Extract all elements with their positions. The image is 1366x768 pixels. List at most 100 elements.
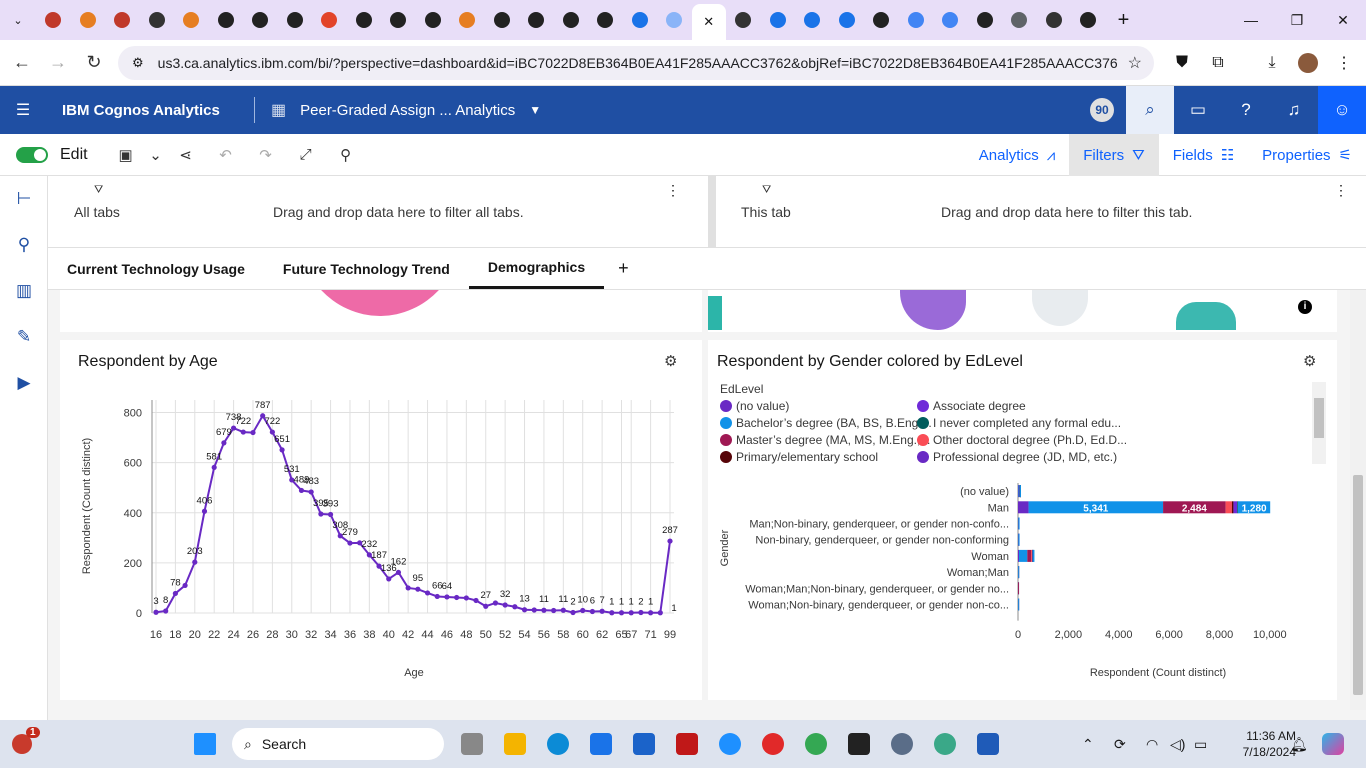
bookmark-star-icon[interactable]: ☆ [1128,53,1142,73]
browser-tab[interactable] [726,0,761,40]
info-icon[interactable]: i [1298,300,1312,314]
legend-scroll-thumb[interactable] [1314,398,1324,438]
add-tab-button[interactable]: + [604,248,643,289]
browser-tab-active[interactable]: ✕ [691,4,726,40]
settings-icon[interactable] [880,720,923,768]
hamburger-menu-icon[interactable]: ☰ [0,100,46,120]
close-icon[interactable]: ✕ [703,14,714,30]
browser-tab[interactable] [485,0,520,40]
analytics-button[interactable]: Analytics ⩘ [965,134,1070,176]
browser-tab[interactable] [968,0,1003,40]
browser-tab[interactable] [864,0,899,40]
drill-through-icon[interactable]: ⚲ [326,146,366,164]
notification-bell-icon[interactable]: 🔔︎ [1290,720,1308,768]
browser-tab[interactable] [519,0,554,40]
bell-icon[interactable]: ♫ [1270,86,1318,134]
browser-tab[interactable] [243,0,278,40]
legend-item[interactable]: Primary/elementary school [720,450,878,464]
browser-tab[interactable] [1002,0,1037,40]
legend-item[interactable]: Bachelor’s degree (BA, BS, B.Eng.... [720,416,932,430]
notification-count-badge[interactable]: 90 [1090,98,1114,122]
browser-tab[interactable] [140,0,175,40]
visualizations-icon[interactable]: ▥ [0,268,48,314]
maximize-button[interactable]: ❐ [1274,0,1320,40]
fullscreen-icon[interactable]: ⤢ [286,146,326,163]
hp-icon[interactable] [622,720,665,768]
canvas-scroll-thumb[interactable] [1353,475,1363,695]
pie-chart-widget-partial[interactable] [60,290,702,332]
chrome-icon[interactable] [794,720,837,768]
new-tab-button[interactable]: + [1106,9,1142,32]
profile-avatar[interactable] [1290,40,1326,86]
chat-icon[interactable]: ▭ [1174,86,1222,134]
edit-mode-toggle[interactable] [16,146,48,163]
back-button[interactable]: ← [4,45,40,81]
store-icon[interactable] [579,720,622,768]
all-tabs-filter-area[interactable]: ⛛ All tabs Drag and drop data here to fi… [48,176,708,248]
filter-splitter[interactable] [708,176,716,248]
notification-app-icon[interactable]: 1 [0,720,43,768]
forward-button[interactable]: → [40,45,76,81]
wifi-icon[interactable]: ◠ [1146,720,1158,768]
fields-button[interactable]: Fields ☷ [1159,134,1248,176]
this-tab-filter-area[interactable]: ⛛ This tab Drag and drop data here to fi… [716,176,1366,248]
tab-search-chevron-icon[interactable]: ⌄ [0,0,36,40]
browser-tab[interactable] [105,0,140,40]
tab-demographics[interactable]: Demographics [468,248,605,289]
undo-icon[interactable]: ↶ [206,146,246,164]
volume-icon[interactable]: ◁) [1170,720,1185,768]
system-clock[interactable]: 11:36 AM 7/18/2024 [1243,728,1296,760]
minimize-button[interactable]: — [1228,0,1274,40]
copilot-icon[interactable] [1322,720,1344,768]
file-explorer-icon[interactable] [493,720,536,768]
this-tab-menu-icon[interactable]: ⋮ [1334,182,1348,199]
extension-shield-icon[interactable]: ⛊ [1164,40,1200,86]
redo-icon[interactable]: ↷ [246,146,286,164]
close-window-button[interactable]: ✕ [1320,0,1366,40]
browser-menu-icon[interactable]: ⋮ [1326,40,1362,86]
browser-tab[interactable] [761,0,796,40]
browser-tab[interactable] [588,0,623,40]
legend-item[interactable]: Associate degree [917,399,1026,413]
legend-item[interactable]: I never completed any formal edu... [917,416,1121,430]
start-button[interactable] [183,720,226,768]
help-tips-icon[interactable] [708,720,751,768]
site-info-icon[interactable]: ⚙ [132,55,144,71]
dashboard-title-dropdown[interactable]: ▦ Peer-Graded Assign ... Analytics ▼ [271,100,541,120]
mcafee-icon[interactable] [665,720,708,768]
browser-tab[interactable] [1071,0,1106,40]
browser-tab[interactable] [381,0,416,40]
legend-scrollbar[interactable] [1312,382,1326,464]
search-icon[interactable]: ⌕ [1126,86,1174,134]
browser-tab[interactable] [36,0,71,40]
browser-tab[interactable] [1037,0,1072,40]
pin-icon[interactable]: ⚲ [0,222,48,268]
opera-icon[interactable] [751,720,794,768]
browser-tab[interactable] [657,0,692,40]
browser-tab[interactable] [933,0,968,40]
legend-item[interactable]: Master’s degree (MA, MS, M.Eng.,... [720,433,930,447]
edge-icon[interactable] [536,720,579,768]
tray-chevron-icon[interactable]: ⌃ [1082,720,1094,768]
chatgpt-icon[interactable] [923,720,966,768]
browser-tab[interactable] [209,0,244,40]
extensions-puzzle-icon[interactable]: ⧉ [1200,40,1236,86]
save-menu-chevron-icon[interactable]: ⌄ [146,146,166,164]
download-icon[interactable]: ⤓ [1254,40,1290,86]
browser-tab[interactable] [795,0,830,40]
reload-button[interactable]: ↻ [76,45,112,81]
all-tabs-menu-icon[interactable]: ⋮ [666,182,680,199]
taskbar-search[interactable]: ⌕ Search [232,728,444,760]
help-icon[interactable]: ? [1222,86,1270,134]
browser-tab[interactable] [278,0,313,40]
browser-tab[interactable] [174,0,209,40]
filters-button[interactable]: Filters ⛛ [1069,134,1159,176]
terminal-icon[interactable] [837,720,880,768]
widgets-icon[interactable]: ✎ [0,314,48,360]
legend-item[interactable]: Other doctoral degree (Ph.D, Ed.D... [917,433,1127,447]
sync-icon[interactable]: ⟳ [1114,720,1126,768]
properties-button[interactable]: Properties ⚟ [1248,134,1366,176]
navigation-tree-icon[interactable]: ⊢ [0,176,48,222]
map-widget-partial[interactable]: i [708,290,1337,332]
save-icon[interactable]: ▣ [106,146,146,164]
